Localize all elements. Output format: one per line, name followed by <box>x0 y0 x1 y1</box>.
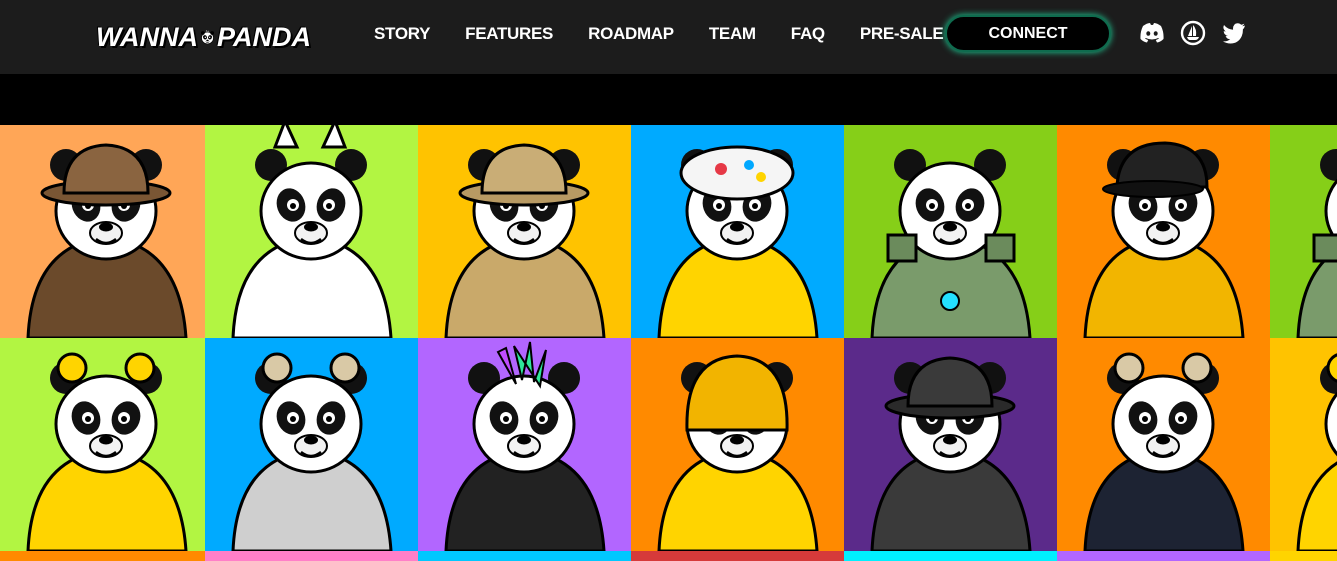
nft-card[interactable] <box>0 125 205 338</box>
nft-card[interactable] <box>205 338 418 551</box>
hero-banner <box>0 74 1337 125</box>
nft-card[interactable] <box>0 551 205 561</box>
main-menu: STORY FEATURES ROADMAP TEAM FAQ PRE-SALE <box>374 22 978 46</box>
nav-faq-link[interactable]: FAQ <box>791 24 825 44</box>
brand-logo[interactable]: WANNA PANDA <box>96 12 311 62</box>
nav-features-link[interactable]: FEATURES <box>465 24 553 44</box>
nft-card[interactable] <box>418 551 631 561</box>
nft-card[interactable] <box>418 338 631 551</box>
panda-avatar-icon <box>444 143 606 338</box>
nav-team-link[interactable]: TEAM <box>709 24 756 44</box>
nft-card[interactable] <box>1270 125 1337 338</box>
nft-card[interactable] <box>0 338 205 551</box>
panda-avatar-icon <box>1296 353 1337 551</box>
panda-logo-icon <box>200 29 215 45</box>
opensea-icon[interactable] <box>1180 20 1206 46</box>
nft-card[interactable] <box>205 125 418 338</box>
brand-word-right: PANDA <box>217 21 311 52</box>
nav-roadmap-link[interactable]: ROADMAP <box>588 24 674 44</box>
discord-icon[interactable] <box>1139 20 1165 46</box>
nft-card[interactable] <box>1270 338 1337 551</box>
panda-avatar-icon <box>231 352 393 551</box>
panda-avatar-icon <box>870 356 1032 551</box>
nft-card[interactable] <box>631 338 844 551</box>
panda-avatar-icon <box>444 341 606 551</box>
twitter-icon[interactable] <box>1221 20 1247 46</box>
panda-avatar-icon <box>26 352 188 551</box>
panda-avatar-icon <box>870 149 1032 338</box>
brand-word-left: WANNA <box>96 21 198 52</box>
ski-goggles-icon <box>272 125 348 149</box>
nft-card[interactable] <box>205 551 418 561</box>
panda-avatar-icon <box>657 354 819 551</box>
nft-card[interactable] <box>631 551 844 561</box>
panda-avatar-icon <box>1296 149 1337 338</box>
nft-gallery <box>0 125 1337 561</box>
social-links <box>1139 20 1262 46</box>
nav-story-link[interactable]: STORY <box>374 24 430 44</box>
outfit <box>1296 461 1337 551</box>
nft-card[interactable] <box>1057 338 1270 551</box>
connect-wallet-button[interactable]: CONNECT <box>945 15 1111 52</box>
nav-presale-link[interactable]: PRE-SALE <box>860 24 944 44</box>
nft-card[interactable] <box>631 125 844 338</box>
nft-card[interactable] <box>1057 551 1270 561</box>
panda-avatar-icon <box>657 145 819 338</box>
beret-icon <box>679 145 795 201</box>
nft-card[interactable] <box>844 551 1057 561</box>
panda-avatar-icon <box>231 125 393 338</box>
panda-avatar-icon <box>26 143 188 338</box>
panda-avatar-icon <box>1083 352 1245 551</box>
nft-card[interactable] <box>844 338 1057 551</box>
nft-card[interactable] <box>1057 125 1270 338</box>
navbar: WANNA PANDA STORY FEATURES ROADMAP TEAM … <box>0 0 1337 74</box>
nft-card[interactable] <box>1270 551 1337 561</box>
nft-card[interactable] <box>844 125 1057 338</box>
nft-card[interactable] <box>418 125 631 338</box>
panda-avatar-icon <box>1083 141 1245 338</box>
